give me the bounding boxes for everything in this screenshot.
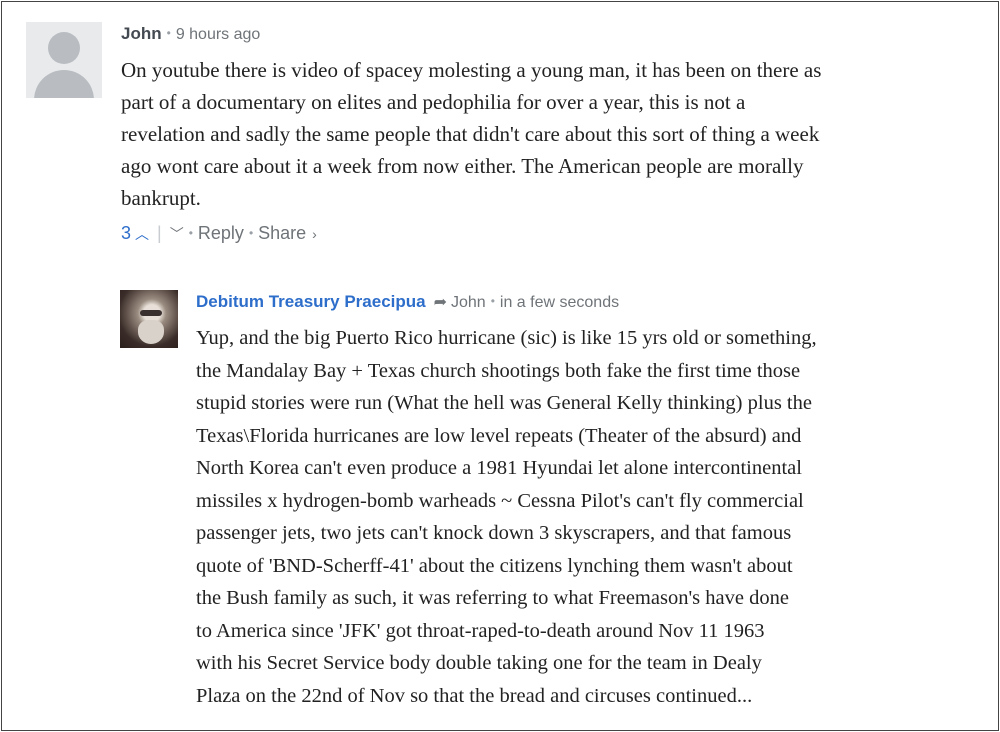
comment-line: the Bush family as such, it was referrin… xyxy=(196,587,789,609)
comment-line: revelation and sadly the same people tha… xyxy=(121,122,820,146)
comment-meta: John • 9 hours ago xyxy=(121,22,976,46)
comment-timestamp[interactable]: in a few seconds xyxy=(500,294,619,311)
share-button[interactable]: Share › xyxy=(258,223,317,243)
comment-line: Yup, and the big Puerto Rico hurricane (… xyxy=(196,327,817,349)
comment-line: part of a documentary on elites and pedo… xyxy=(121,90,746,114)
comment-line: ago wont care about it a week from now e… xyxy=(121,154,804,178)
comment-line: stupid stories were run (What the hell w… xyxy=(196,392,812,414)
upvote-count: 3 xyxy=(121,223,132,243)
comment-content: Debitum Treasury Praecipua ➦ John • in a few… xyxy=(196,290,976,712)
reply-to-author[interactable]: John xyxy=(451,294,486,311)
comment-content: John • 9 hours ago On youtube there is vid… xyxy=(121,22,976,246)
downvote-icon[interactable]: ﹀ xyxy=(170,226,184,242)
avatar-placeholder-head xyxy=(48,32,80,64)
comment-line: On youtube there is video of spacey mole… xyxy=(121,58,822,82)
comment-line: quote of 'BND-Scherff-41' about the citi… xyxy=(196,554,793,577)
avatar-photo-detail xyxy=(138,320,164,344)
comment-meta: Debitum Treasury Praecipua ➦ John • in a few… xyxy=(196,290,976,314)
comment-line: bankrupt. xyxy=(121,186,201,210)
comment-line: missiles x hydrogen-bomb warheads ~ Cess… xyxy=(196,489,804,512)
comment-line: North Korea can't even produce a 1981 Hy… xyxy=(196,457,802,479)
avatar[interactable] xyxy=(26,22,102,98)
reply-button[interactable]: Reply xyxy=(198,223,244,243)
comment-body: Yup, and the big Puerto Rico hurricane (… xyxy=(196,322,976,712)
comment-line: to America since 'JFK' got throat-raped-… xyxy=(196,619,765,642)
comment-line: passenger jets, two jets can't knock dow… xyxy=(196,522,792,544)
vote-divider: | xyxy=(157,223,162,243)
comment-thread: John • 9 hours ago On youtube there is vid… xyxy=(1,1,999,731)
separator-dot: • xyxy=(166,26,171,40)
comment-timestamp[interactable]: 9 hours ago xyxy=(176,26,261,43)
comment-line: Texas\Florida hurricanes are low level r… xyxy=(196,424,802,447)
chevron-right-icon: › xyxy=(308,226,317,242)
separator-dot: • xyxy=(188,226,193,240)
separator-dot: • xyxy=(490,294,495,308)
share-label: Share xyxy=(258,223,307,243)
avatar-photo-detail xyxy=(140,310,162,316)
avatar-placeholder-body xyxy=(34,70,94,98)
comment-line: the Mandalay Bay + Texas church shooting… xyxy=(196,359,801,382)
comment-actions: 3 ︿ | ﹀ • Reply • Share › xyxy=(121,220,976,246)
comment-author[interactable]: Debitum Treasury Praecipua xyxy=(196,292,426,311)
comment-line: with his Secret Service body double taki… xyxy=(196,652,762,674)
upvote-icon[interactable]: ︿ xyxy=(135,226,149,242)
separator-dot: • xyxy=(248,226,254,240)
comment-author[interactable]: John xyxy=(121,24,162,43)
comment-line: Plaza on the 22nd of Nov so that the bre… xyxy=(196,684,753,707)
avatar[interactable] xyxy=(120,290,178,348)
comment-body: On youtube there is video of spacey mole… xyxy=(121,54,976,214)
reply-arrow-icon: ➦ xyxy=(433,294,447,311)
